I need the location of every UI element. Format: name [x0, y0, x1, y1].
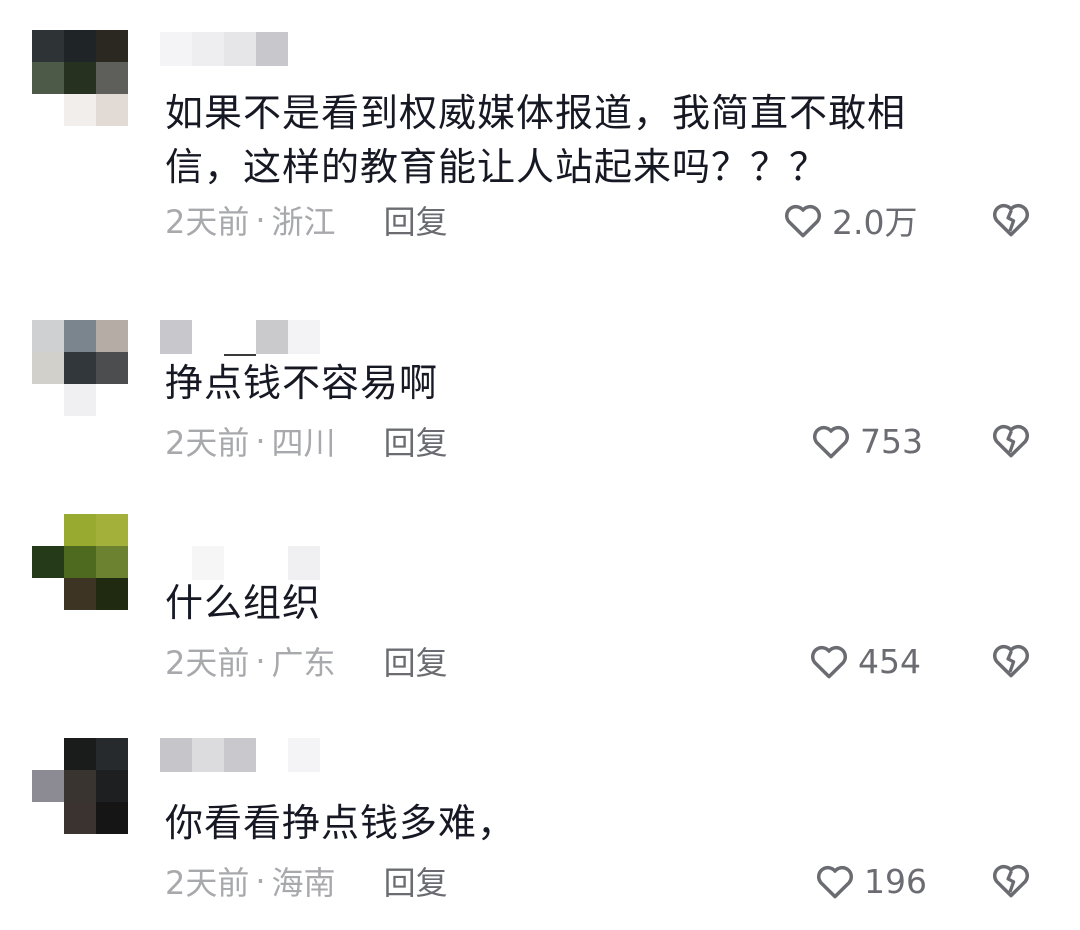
comment-text: 你看看挣点钱多难， [165, 796, 985, 850]
username-blurred[interactable] [160, 32, 288, 66]
comment-time: 2天前 [165, 203, 250, 241]
avatar[interactable] [32, 514, 128, 610]
reply-button[interactable]: 回复 [384, 638, 448, 684]
avatar[interactable] [32, 738, 128, 834]
comment-text-line: 什么组织 [165, 581, 322, 625]
reply-button[interactable]: 回复 [384, 858, 448, 904]
heart-outline-icon [785, 204, 821, 238]
like-button[interactable]: 196 [812, 858, 927, 904]
dislike-button[interactable] [988, 638, 1034, 684]
like-button[interactable]: 454 [806, 638, 921, 684]
like-button[interactable]: 2.0万 [780, 197, 917, 243]
like-count: 196 [864, 861, 927, 901]
meta-separator: · [255, 642, 266, 680]
comment-time: 2天前 [165, 424, 250, 462]
like-count: 753 [860, 421, 923, 461]
like-count: 2.0万 [832, 203, 918, 242]
comment-text-line: 挣点钱不容易啊 [165, 361, 439, 405]
comment-text: 如果不是看到权威媒体报道，我简直不敢相 信，这样的教育能让人站起来吗？？？ [165, 86, 985, 194]
comment-location: 四川 [271, 424, 336, 462]
username-blurred[interactable] [160, 738, 320, 772]
comment-text-line: 你看看挣点钱多难， [165, 801, 517, 845]
broken-heart-icon [993, 644, 1029, 678]
dislike-button[interactable] [988, 197, 1034, 243]
comment-time: 2天前 [165, 644, 250, 682]
comment-text: 挣点钱不容易啊 [165, 356, 985, 410]
dislike-button[interactable] [988, 858, 1034, 904]
broken-heart-icon [993, 203, 1029, 237]
like-button[interactable]: 753 [808, 418, 923, 464]
comment-meta: 2天前 · 广东 回复 [165, 638, 448, 684]
meta-separator: · [255, 201, 266, 239]
broken-heart-icon [993, 424, 1029, 458]
broken-heart-icon [993, 864, 1029, 898]
comment-text-line: 如果不是看到权威媒体报道，我简直不敢相 [165, 91, 907, 135]
reply-button[interactable]: 回复 [384, 418, 448, 464]
comment-meta: 2天前 · 四川 回复 [165, 418, 448, 464]
heart-outline-icon [811, 645, 847, 679]
comment-time: 2天前 [165, 864, 250, 902]
heart-outline-icon [817, 865, 853, 899]
username-blurred[interactable] [160, 320, 320, 356]
comment-text-line: 信，这样的教育能让人站起来吗？？？ [165, 145, 829, 189]
heart-outline-icon [813, 425, 849, 459]
username-blurred[interactable] [160, 546, 320, 580]
avatar[interactable] [32, 30, 128, 126]
comment-location: 海南 [271, 864, 336, 902]
comment-location: 浙江 [271, 203, 336, 241]
dislike-button[interactable] [988, 418, 1034, 464]
meta-separator: · [255, 862, 266, 900]
comment-location: 广东 [271, 644, 336, 682]
avatar[interactable] [32, 320, 128, 416]
comment-meta: 2天前 · 浙江 回复 [165, 197, 448, 243]
comment-meta: 2天前 · 海南 回复 [165, 858, 448, 904]
comment-text: 什么组织 [165, 576, 985, 630]
reply-button[interactable]: 回复 [384, 197, 448, 243]
meta-separator: · [255, 422, 266, 460]
like-count: 454 [858, 641, 921, 681]
